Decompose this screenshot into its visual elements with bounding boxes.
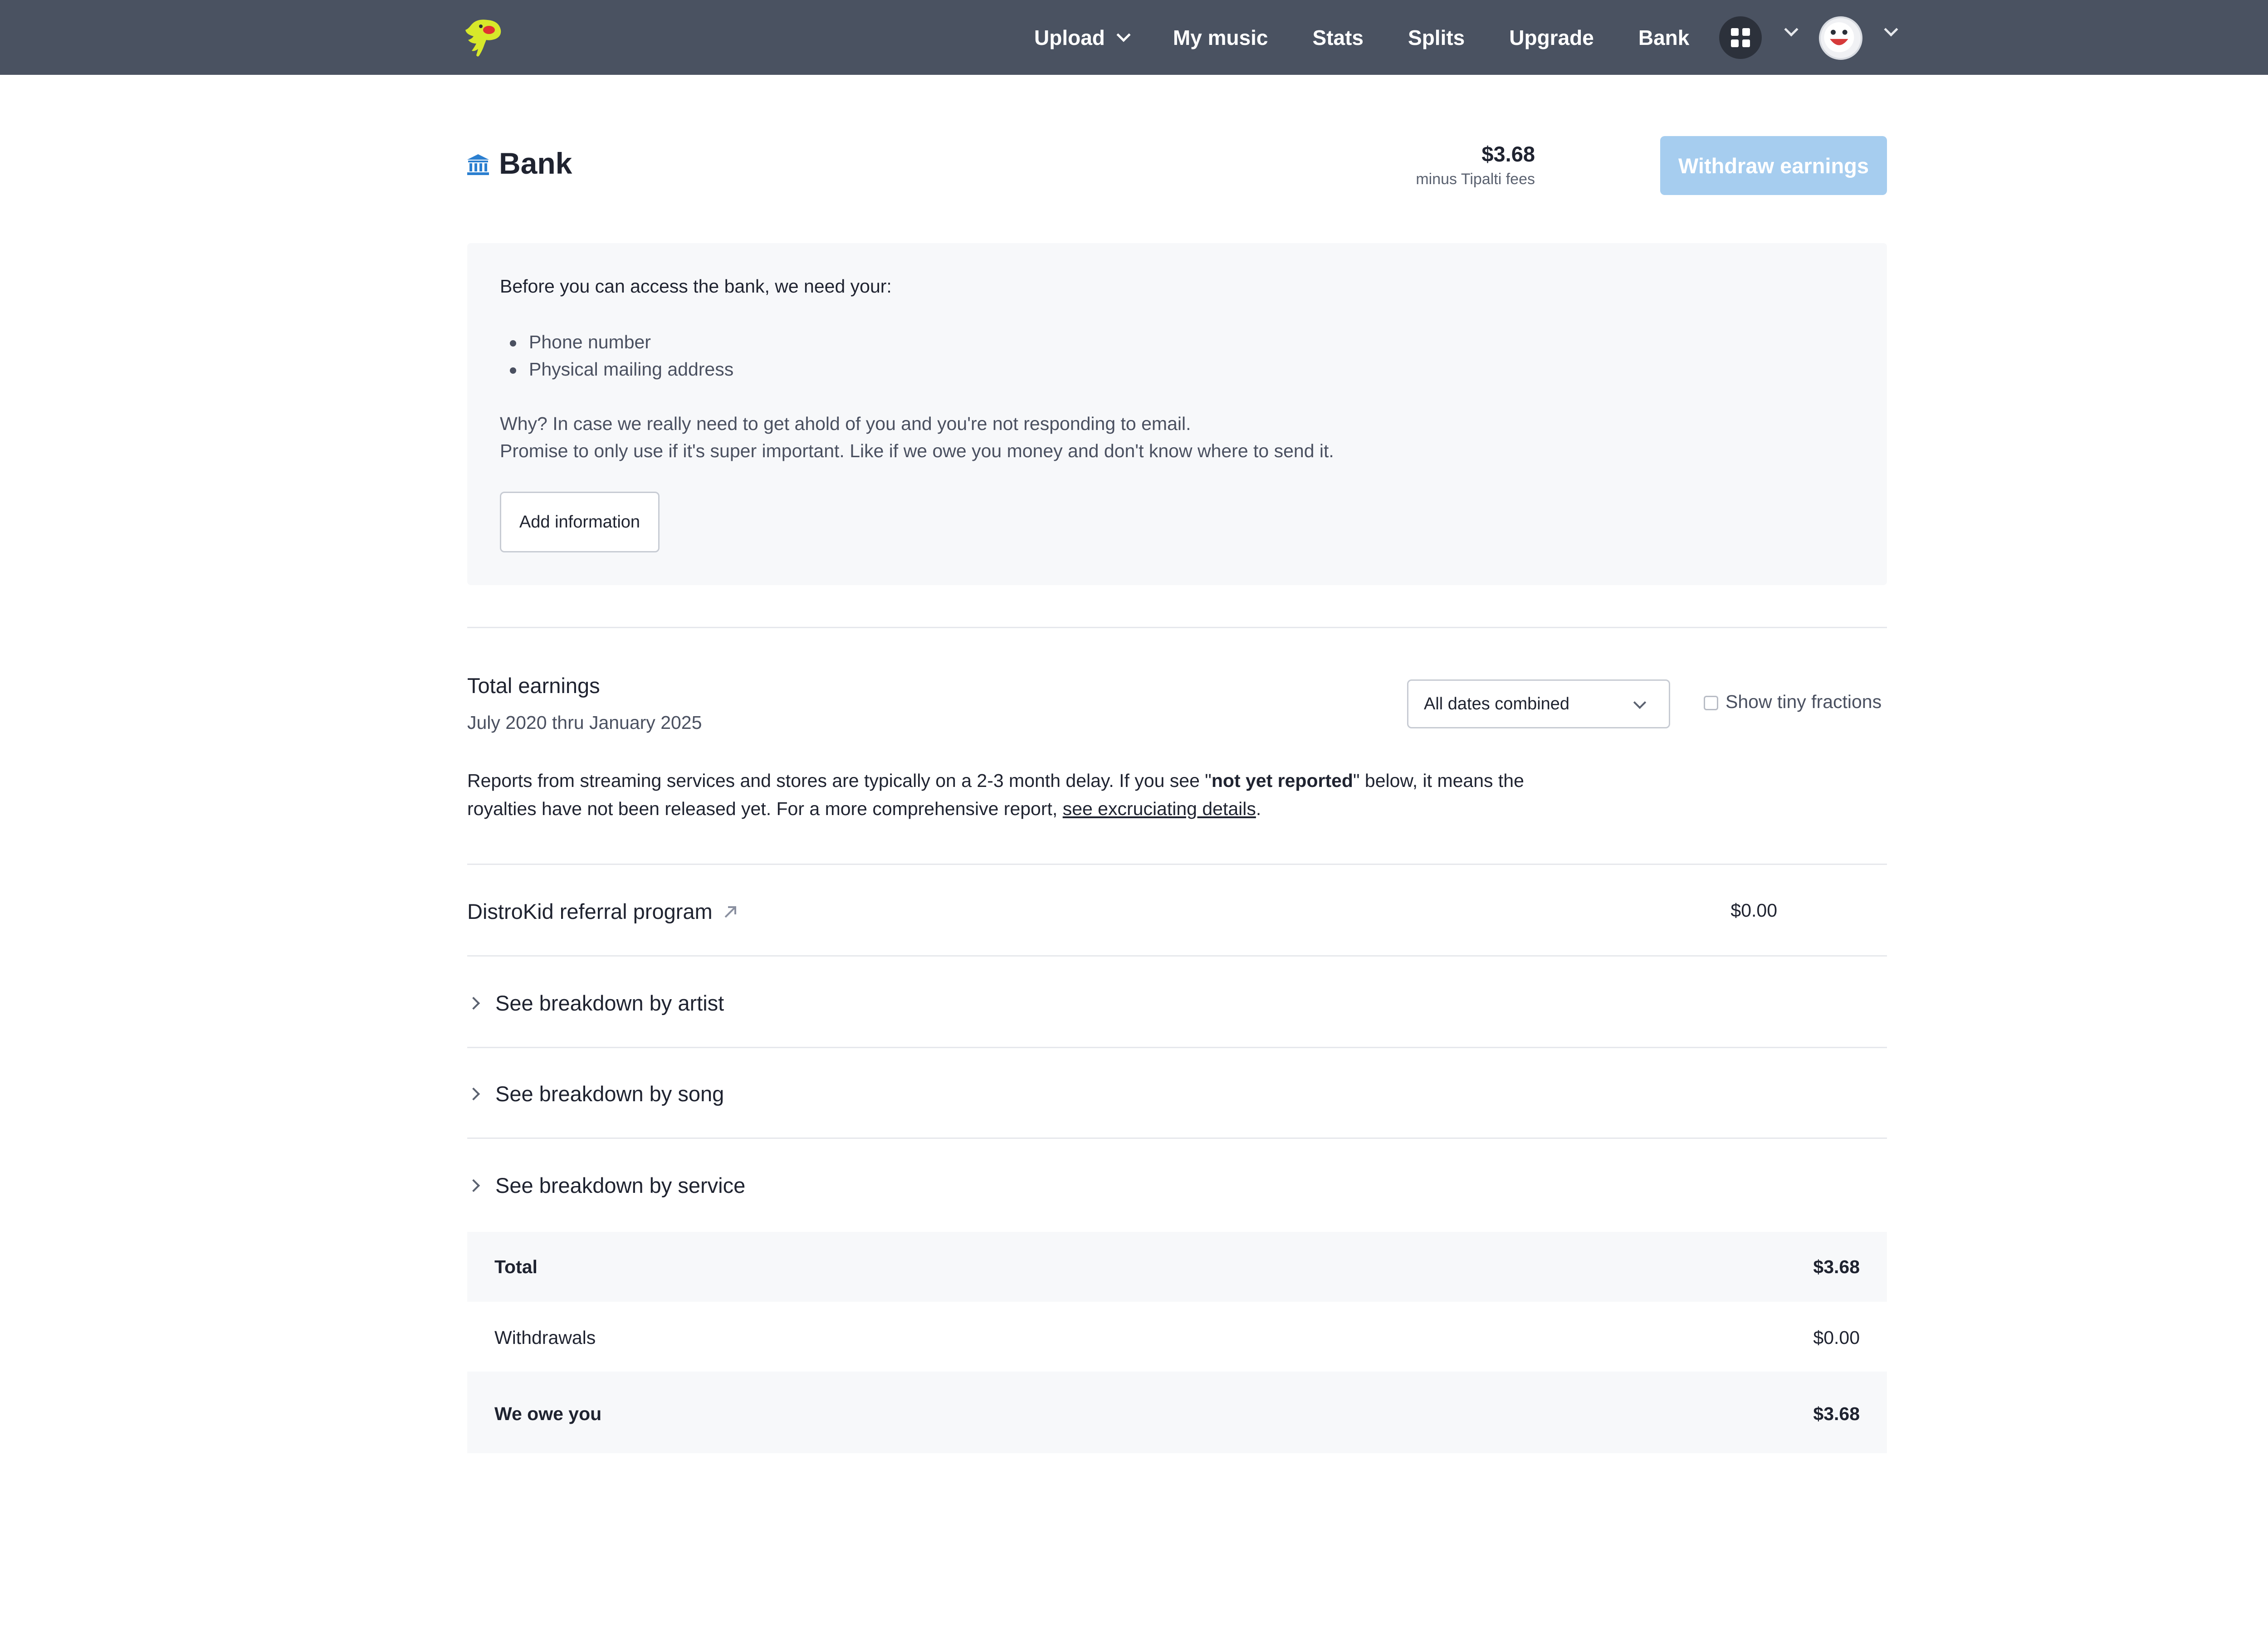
- report-note-end: .: [1256, 798, 1261, 819]
- report-note-text-1: Reports from streaming services and stor…: [467, 770, 1212, 791]
- nav-upload[interactable]: Upload: [1034, 25, 1131, 50]
- apps-chevron-down-icon[interactable]: [1784, 22, 1799, 37]
- divider: [467, 864, 1887, 865]
- nav-bank-label: Bank: [1638, 25, 1690, 49]
- we-owe-you-row: We owe you $3.68: [467, 1372, 1887, 1453]
- page-title: Bank: [499, 146, 572, 180]
- earnings-date-range: July 2020 thru January 2025: [467, 712, 702, 733]
- show-tiny-fractions-label[interactable]: Show tiny fractions: [1725, 691, 1882, 713]
- breakdown-by-song-label: See breakdown by song: [495, 1082, 724, 1106]
- report-delay-note: Reports from streaming services and stor…: [467, 767, 1556, 823]
- info-why-text: Why? In case we really need to get ahold…: [500, 410, 1334, 464]
- breakdown-by-service-toggle[interactable]: See breakdown by service: [467, 1173, 745, 1198]
- total-label: Total: [494, 1256, 538, 1277]
- total-row: Total $3.68: [467, 1232, 1887, 1302]
- withdrawals-row: Withdrawals $0.00: [467, 1302, 1887, 1372]
- nav-stats[interactable]: Stats: [1313, 25, 1364, 50]
- avatar-face-icon: [1824, 22, 1854, 53]
- nav-splits[interactable]: Splits: [1408, 25, 1465, 50]
- chevron-down-icon: [1633, 696, 1647, 709]
- referral-program-link[interactable]: DistroKid referral program: [467, 899, 739, 924]
- breakdown-by-artist-toggle[interactable]: See breakdown by artist: [467, 991, 724, 1016]
- chevron-right-icon: [467, 996, 480, 1010]
- top-nav: Upload My music Stats Splits Upgrade Ban…: [0, 0, 2268, 75]
- breakdown-by-artist-label: See breakdown by artist: [495, 991, 724, 1015]
- nav-upgrade[interactable]: Upgrade: [1509, 25, 1594, 50]
- chevron-right-icon: [467, 1179, 480, 1192]
- nav-bank[interactable]: Bank: [1638, 25, 1689, 50]
- add-information-button[interactable]: Add information: [500, 492, 660, 552]
- withdrawals-value: $0.00: [1813, 1327, 1860, 1348]
- breakdown-by-song-toggle[interactable]: See breakdown by song: [467, 1081, 724, 1106]
- we-owe-you-value: $3.68: [1813, 1403, 1860, 1424]
- nav-my-music-label: My music: [1173, 25, 1268, 49]
- nav-menu: Upload My music Stats Splits Upgrade Ban…: [1034, 0, 1734, 75]
- date-range-select-value: All dates combined: [1424, 694, 1570, 713]
- apps-menu-button[interactable]: [1719, 16, 1762, 59]
- avatar-chevron-down-icon[interactable]: [1884, 22, 1898, 37]
- external-link-arrow-icon: [724, 906, 736, 918]
- report-note-bold: not yet reported: [1211, 770, 1353, 791]
- divider: [467, 955, 1887, 957]
- info-intro-text: Before you can access the bank, we need …: [500, 276, 892, 297]
- apps-grid-icon: [1731, 28, 1750, 47]
- show-tiny-fractions-checkbox[interactable]: [1704, 696, 1718, 710]
- required-info-panel: Before you can access the bank, we need …: [467, 243, 1887, 585]
- nav-stats-label: Stats: [1312, 25, 1364, 49]
- info-why-line-1: Why? In case we really need to get ahold…: [500, 413, 1191, 434]
- divider: [467, 1047, 1887, 1048]
- list-item: Physical mailing address: [500, 356, 733, 383]
- required-info-list: Phone number Physical mailing address: [500, 328, 733, 383]
- nav-my-music[interactable]: My music: [1173, 25, 1268, 50]
- excruciating-details-link[interactable]: see excruciating details: [1063, 798, 1256, 819]
- avatar[interactable]: [1819, 16, 1862, 60]
- list-item: Phone number: [500, 328, 733, 356]
- withdraw-earnings-button[interactable]: Withdraw earnings: [1660, 136, 1887, 195]
- nav-splits-label: Splits: [1408, 25, 1465, 49]
- divider: [467, 627, 1887, 628]
- nav-upload-label: Upload: [1034, 25, 1105, 49]
- withdrawals-label: Withdrawals: [494, 1327, 596, 1348]
- info-why-line-2: Promise to only use if it's super import…: [500, 440, 1334, 461]
- we-owe-you-label: We owe you: [494, 1403, 602, 1424]
- breakdown-by-service-label: See breakdown by service: [495, 1173, 746, 1197]
- chevron-down-icon: [1116, 27, 1131, 42]
- balance-amount: $3.68: [1481, 142, 1535, 166]
- date-range-select[interactable]: All dates combined: [1407, 679, 1670, 728]
- referral-program-label: DistroKid referral program: [467, 899, 713, 923]
- chevron-right-icon: [467, 1087, 480, 1100]
- balance-fee-note: minus Tipalti fees: [1416, 171, 1535, 188]
- total-earnings-heading: Total earnings: [467, 674, 600, 698]
- divider: [467, 1138, 1887, 1139]
- nav-upgrade-label: Upgrade: [1509, 25, 1594, 49]
- total-value: $3.68: [1813, 1256, 1860, 1277]
- referral-program-value: $0.00: [1730, 900, 1777, 921]
- bank-icon: [467, 154, 489, 175]
- distrokid-logo-icon[interactable]: [463, 16, 503, 60]
